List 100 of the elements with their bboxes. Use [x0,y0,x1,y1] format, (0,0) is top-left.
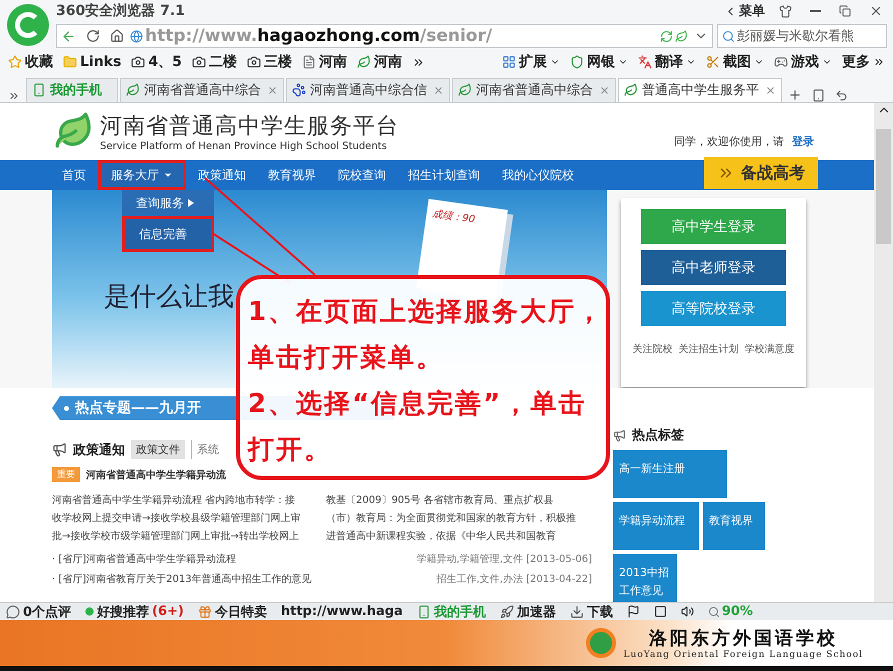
section-title: 政策通知 [73,442,125,459]
close-icon[interactable] [433,84,444,96]
address-bar[interactable]: http://www.hagaozhong.com/senior/ [56,24,713,48]
bookmark-link[interactable]: 三楼 [246,53,292,72]
status-item[interactable]: 加速器 [500,602,556,621]
menu-button[interactable]: 菜单 [724,2,765,20]
folder-icon [63,55,77,70]
download-icon [570,604,584,619]
toolbar-link[interactable]: 网银 [570,53,628,72]
rocket-icon [500,604,514,619]
nav-link[interactable]: 教育视界 [258,160,326,190]
card-link[interactable]: 学校满意度 [744,342,794,356]
shield-icon [570,55,584,70]
camera-icon [246,55,261,70]
phone-icon [32,83,46,98]
tag-tile[interactable]: 2013中招工作意见 [613,554,677,602]
school-logo-icon [586,628,616,658]
card-link[interactable]: 关注院校 [632,342,672,356]
bookmark-link[interactable]: 河南 [356,53,402,72]
section-tab[interactable]: 系统 [191,440,224,460]
tag-tile[interactable]: 学籍异动流程 [613,502,699,550]
school-subtitle: LuoYang Oriental Foreign Language School [624,650,863,660]
paw-icon [292,83,306,98]
reload-icon [86,29,100,43]
star-icon [8,55,22,70]
article-link[interactable]: · [省厅]河南省教育厅关于2013年普通高中招生工作的意见 [52,572,312,586]
undo-icon [835,88,848,102]
nav-link[interactable]: 政策通知 [188,160,256,190]
login-link[interactable]: 登录 [792,134,814,149]
article-summary: 教基〔2009〕905号 各省辖市教育局、重点扩权县（市）教育局：为全面贯彻党和国家的教育方针，积极推进普通高中新课程实验，依据《中华人民共和国教育 [326,494,576,544]
nav-link[interactable]: 我的心仪院校 [492,160,584,190]
window-title: 360安全浏览器 7.1 [56,2,185,20]
gift-icon [198,604,212,619]
restore-icon [839,5,851,17]
shirt-icon [779,4,792,18]
school-name: 洛阳东方外国语学校 [648,627,838,650]
status-item[interactable]: 0个点评 [6,602,72,621]
instruction-text: 打开。 [248,434,332,467]
browser-tab[interactable]: 河南普通高中综合信 [286,78,450,102]
magnifier-icon [708,606,720,618]
leaf-icon [675,30,688,42]
scroll-thumb[interactable] [876,128,891,244]
bookmark-link[interactable]: 收藏 [8,53,53,72]
browser-tab[interactable]: 河南省普通高中综合 [452,78,616,102]
browser-tab[interactable]: 河南省普通高中综合 [120,78,284,102]
translate-icon [638,55,652,70]
refresh-icon [660,30,673,42]
status-item[interactable]: 好搜推荐 (6+) [85,602,184,621]
search-field[interactable]: 彭丽媛与米歇尔看熊 [717,24,887,48]
bookmark-link[interactable]: 4、5 [131,53,182,72]
menu-item[interactable]: 信息完善 [122,216,214,252]
megaphone-icon [52,442,67,458]
status-item[interactable]: http://www.haga [280,604,403,620]
browser-tab[interactable]: 普通高中学生服务平 [618,78,782,102]
minimize-icon [810,10,821,12]
close-icon[interactable] [765,84,776,96]
more-link[interactable]: 更多 [842,53,885,72]
close-icon[interactable] [267,84,278,96]
section-tab[interactable]: 政策文件 [131,440,185,460]
login-button[interactable]: 高中老师登录 [641,250,786,286]
article-meta: 学籍异动,学籍管理,文件 [2013-05-06] [416,552,592,566]
comment-icon [6,604,20,619]
camera-icon [192,55,206,70]
nav-link[interactable]: 首页 [52,160,96,190]
featured-link[interactable]: 河南省普通高中学生学籍异动流 [86,468,226,482]
bullet-icon [64,406,69,411]
card-link[interactable]: 关注招生计划 [678,342,738,356]
page-icon [302,55,316,70]
globe-icon [130,30,143,42]
important-tag: 重要 [52,467,80,482]
toolbar-link[interactable]: 游戏 [774,53,832,72]
flag-icon [626,605,640,618]
article-meta: 招生工作,文件,办法 [2013-04-22] [436,572,592,586]
camera-icon [131,55,146,70]
nav-link[interactable]: 招生计划查询 [398,160,490,190]
status-item[interactable]: 今日特卖 [198,602,267,621]
nav-link[interactable]: 院校查询 [328,160,396,190]
plus-icon [788,88,802,102]
bookmark-link[interactable]: Links [63,54,122,70]
toolbar-link[interactable]: 翻译 [638,53,696,72]
caret-icon [188,199,194,208]
menu-item[interactable]: 查询服务 [122,190,214,216]
toolbar-link[interactable]: 扩展 [502,53,560,72]
tag-tile[interactable]: 高一新生注册 [613,450,727,498]
article-link[interactable]: · [省厅]河南省普通高中学生学籍异动流程 [52,552,236,566]
tag-tile[interactable]: 教育视界 [703,502,765,550]
leaf-icon [126,83,140,98]
home-icon [110,29,124,43]
close-icon[interactable] [599,84,610,96]
status-dot-icon [85,607,94,616]
exam-prep-badge[interactable]: 备战高考 [704,157,818,190]
bookmark-link[interactable]: 河南 [302,53,347,72]
hero-headline: 是什么让我 [104,282,234,312]
search-icon [722,30,735,42]
toolbar-link[interactable]: 截图 [706,53,764,72]
status-item[interactable]: 下载 [570,602,613,621]
scissors-icon [706,55,720,70]
nav-link[interactable]: 服务大厅 [98,160,186,190]
leaf-icon [356,55,371,70]
bookmark-link[interactable]: 二楼 [192,53,237,72]
